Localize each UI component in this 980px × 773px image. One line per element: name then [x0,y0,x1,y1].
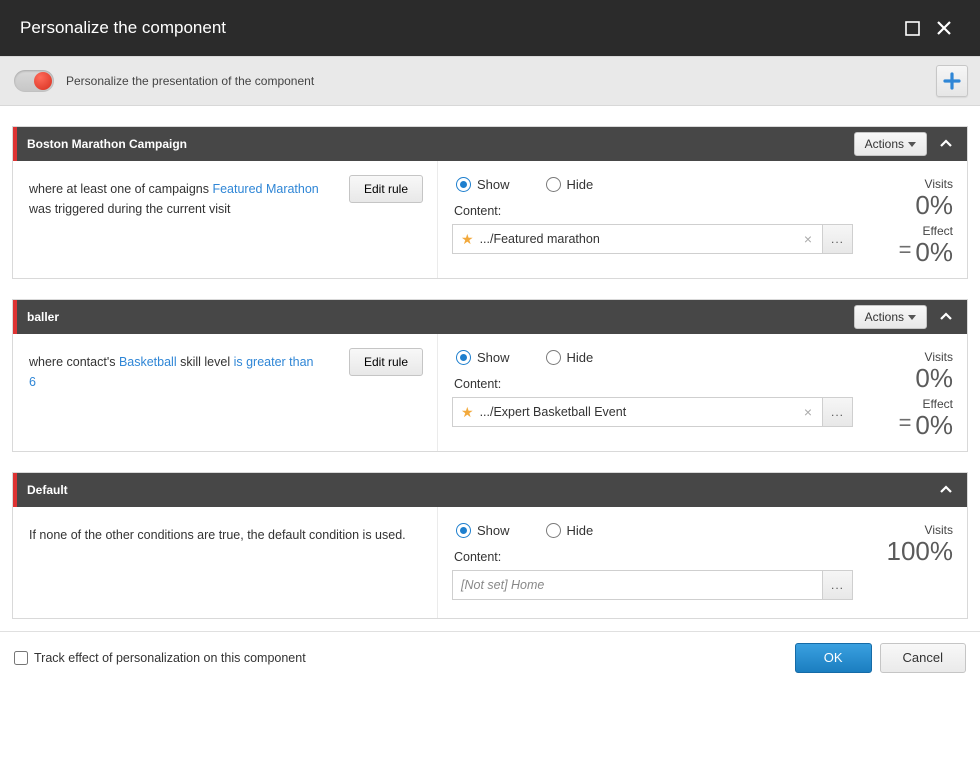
panel-boston: Boston Marathon Campaign Actions where a… [12,126,968,279]
rule-link[interactable]: Featured Marathon [212,182,318,196]
metrics-column: Visits 0% Effect =0% [867,334,967,451]
metrics-column: Visits 0% Effect =0% [867,161,967,278]
radio-hide[interactable]: Hide [546,350,594,365]
rule-column: where at least one of campaigns Featured… [13,161,438,278]
chevron-down-icon [908,315,916,320]
effect-value: =0% [871,411,953,440]
browse-button[interactable]: ... [823,397,853,427]
clear-icon[interactable]: × [800,231,816,247]
content-value: .../Featured marathon [480,232,800,246]
content-input[interactable]: ★ .../Expert Basketball Event × [452,397,823,427]
collapse-button[interactable] [933,131,959,157]
actions-dropdown[interactable]: Actions [854,132,927,156]
effect-value: =0% [871,238,953,267]
radio-show[interactable]: Show [456,523,510,538]
cancel-button[interactable]: Cancel [880,643,966,673]
visits-label: Visits [871,523,953,537]
content-value: [Not set] Home [461,578,816,592]
panel-baller: baller Actions where contact's Basketbal… [12,299,968,452]
actions-dropdown[interactable]: Actions [854,305,927,329]
settings-column: Show Hide Content: ★ .../Expert Basketba… [438,334,867,451]
actions-label: Actions [865,137,904,151]
radio-show[interactable]: Show [456,350,510,365]
browse-button[interactable]: ... [823,570,853,600]
edit-rule-button[interactable]: Edit rule [349,175,423,203]
actions-label: Actions [865,310,904,324]
collapse-button[interactable] [933,304,959,330]
footer: Track effect of personalization on this … [0,631,980,683]
maximize-button[interactable] [896,12,928,44]
radio-hide[interactable]: Hide [546,523,594,538]
panel-title: Default [17,483,927,497]
rule-text: where at least one of campaigns Featured… [29,179,319,219]
radio-hide[interactable]: Hide [546,177,594,192]
visits-value: 100% [871,537,953,566]
content-input[interactable]: [Not set] Home [452,570,823,600]
browse-button[interactable]: ... [823,224,853,254]
metrics-column: Visits 100% [867,507,967,618]
panel-header: Boston Marathon Campaign Actions [13,127,967,161]
panel-title: Boston Marathon Campaign [17,137,854,151]
rule-link[interactable]: Basketball [119,355,177,369]
chevron-down-icon [908,142,916,147]
settings-column: Show Hide Content: ★ .../Featured marath… [438,161,867,278]
edit-rule-button[interactable]: Edit rule [349,348,423,376]
rule-column: If none of the other conditions are true… [13,507,438,618]
star-icon: ★ [461,231,474,248]
effect-label: Effect [871,397,953,411]
ok-button[interactable]: OK [795,643,872,673]
content-input[interactable]: ★ .../Featured marathon × [452,224,823,254]
star-icon: ★ [461,404,474,421]
rule-text: where contact's Basketball skill level i… [29,352,319,392]
subbar: Personalize the presentation of the comp… [0,56,980,106]
panel-header: Default [13,473,967,507]
panel-header: baller Actions [13,300,967,334]
track-effect-checkbox[interactable]: Track effect of personalization on this … [14,651,306,665]
titlebar: Personalize the component [0,0,980,56]
visits-value: 0% [871,364,953,393]
add-rule-button[interactable] [936,65,968,97]
clear-icon[interactable]: × [800,404,816,420]
visits-label: Visits [871,350,953,364]
dialog-title: Personalize the component [20,18,896,38]
content-label: Content: [454,377,853,391]
effect-label: Effect [871,224,953,238]
rule-column: where contact's Basketball skill level i… [13,334,438,451]
visits-value: 0% [871,191,953,220]
content-label: Content: [454,550,853,564]
personalize-toggle[interactable] [14,70,54,92]
panel-default: Default If none of the other conditions … [12,472,968,619]
panel-title: baller [17,310,854,324]
radio-show[interactable]: Show [456,177,510,192]
content-value: .../Expert Basketball Event [480,405,800,419]
close-button[interactable] [928,12,960,44]
default-desc: If none of the other conditions are true… [29,525,421,545]
content-label: Content: [454,204,853,218]
collapse-button[interactable] [933,477,959,503]
settings-column: Show Hide Content: [Not set] Home ... [438,507,867,618]
visits-label: Visits [871,177,953,191]
subbar-text: Personalize the presentation of the comp… [66,74,314,88]
